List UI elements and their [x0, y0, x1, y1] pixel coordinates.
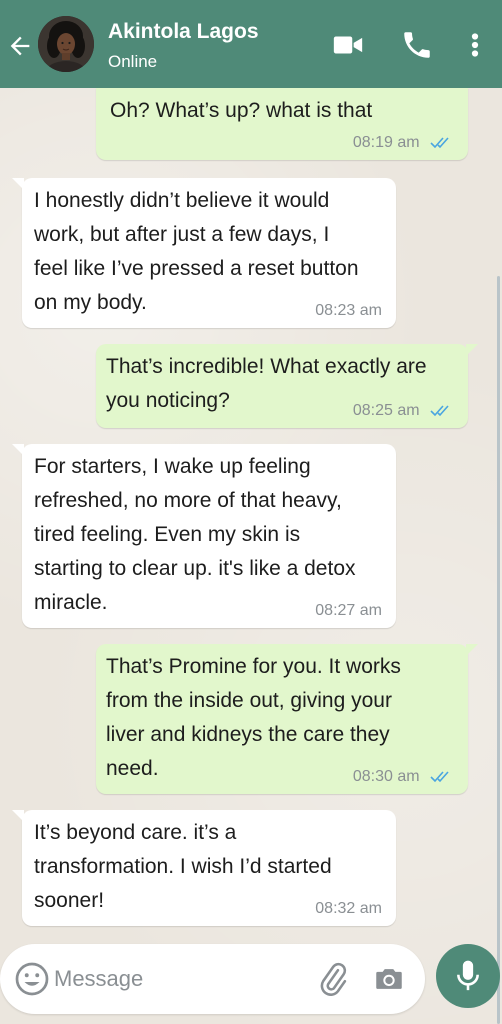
- voice-call-button[interactable]: [400, 28, 434, 62]
- chat-header: Akintola Lagos Online: [0, 0, 502, 88]
- bubble-tail: [12, 444, 24, 456]
- voice-record-button[interactable]: [436, 944, 500, 1008]
- message-composer: [0, 944, 425, 1014]
- chat-screen: Akintola Lagos Online Oh? What’s up? wha…: [0, 0, 502, 1024]
- attach-button[interactable]: [316, 962, 350, 996]
- camera-icon: [376, 969, 402, 989]
- message-outgoing[interactable]: That’s incredible! What exactly are you …: [96, 344, 478, 428]
- message-time: 08:25 am: [352, 402, 420, 419]
- message-incoming[interactable]: For starters, I wake up feeling refreshe…: [12, 444, 396, 628]
- message-text: That’s Promine for you. It works from th…: [106, 655, 401, 780]
- message-time: 08:30 am: [352, 768, 420, 785]
- camera-button[interactable]: [372, 962, 406, 996]
- read-ticks-icon: [430, 137, 449, 149]
- message-text: Oh? What’s up? what is that: [110, 99, 373, 122]
- phone-icon: [404, 32, 430, 58]
- message-time: 08:32 am: [315, 900, 382, 917]
- message-incoming[interactable]: It’s beyond care. it’s a transformation.…: [12, 810, 396, 926]
- message-incoming[interactable]: I honestly didn’t believe it would work,…: [12, 178, 396, 328]
- message-outgoing[interactable]: That’s Promine for you. It works from th…: [96, 644, 478, 794]
- bubble-tail: [12, 810, 24, 822]
- message-meta: 08:30 am: [353, 768, 454, 786]
- contact-name[interactable]: Akintola Lagos: [108, 20, 259, 44]
- message-meta: 08:25 am: [353, 402, 454, 420]
- bubble-tail: [466, 344, 478, 356]
- paperclip-icon: [320, 962, 347, 996]
- microphone-icon: [457, 960, 479, 991]
- message-list[interactable]: Oh? What’s up? what is that 08:19 am I h…: [0, 88, 502, 1024]
- message-outgoing[interactable]: Oh? What’s up? what is that 08:19 am: [96, 88, 468, 160]
- message-text: For starters, I wake up feeling refreshe…: [34, 455, 356, 614]
- avatar[interactable]: [38, 16, 94, 72]
- message-time: 08:27 am: [315, 602, 382, 619]
- bubble-tail: [12, 178, 24, 190]
- contact-status: Online: [108, 52, 158, 71]
- emoji-icon: [15, 962, 49, 996]
- video-call-button[interactable]: [331, 28, 365, 62]
- message-time: 08:23 am: [315, 302, 382, 319]
- back-button[interactable]: [6, 32, 34, 60]
- read-ticks-icon: [430, 771, 449, 783]
- message-meta: 08:19 am: [353, 134, 454, 152]
- arrow-left-icon: [10, 36, 30, 56]
- message-text: I honestly didn’t believe it would work,…: [34, 189, 359, 314]
- vertical-dots-icon: [471, 33, 479, 57]
- video-camera-icon: [333, 36, 363, 54]
- message-input[interactable]: [54, 962, 304, 996]
- read-ticks-icon: [430, 405, 449, 417]
- scrollbar[interactable]: [497, 276, 500, 1024]
- contact-photo: [38, 16, 94, 72]
- bubble-tail: [466, 644, 478, 656]
- more-options-button[interactable]: [462, 28, 488, 62]
- emoji-button[interactable]: [14, 961, 50, 997]
- message-time: 08:19 am: [352, 134, 420, 151]
